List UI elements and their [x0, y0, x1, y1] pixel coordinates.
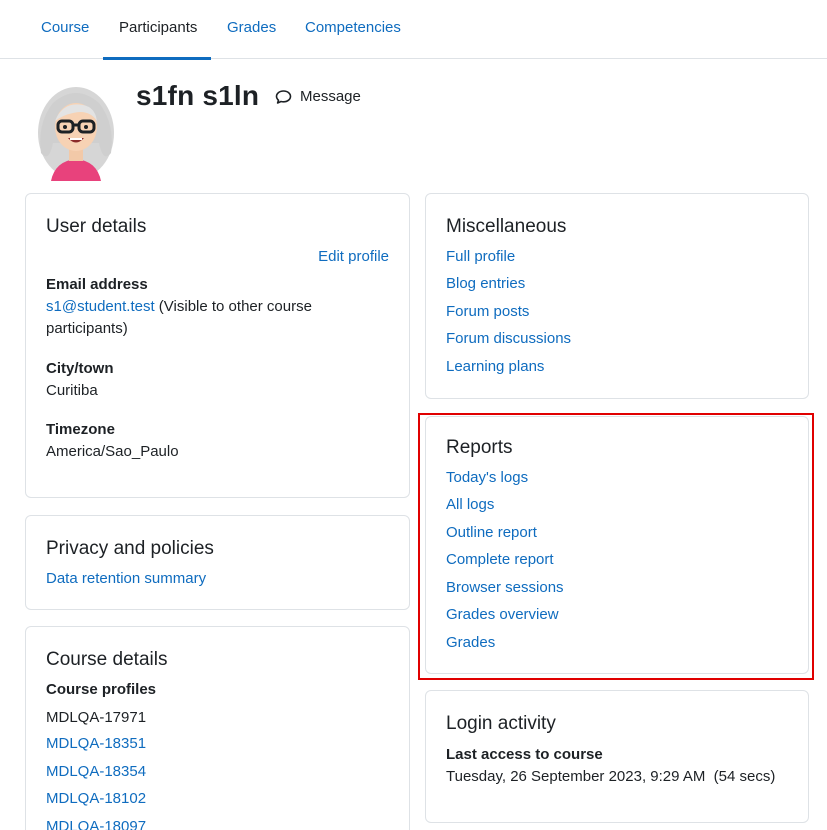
user-full-name: s1fn s1ln	[136, 80, 260, 111]
course-link[interactable]: MDLQA-18351	[46, 735, 146, 752]
course-link[interactable]: MDLQA-18097	[46, 818, 146, 830]
user-details-title: User details	[46, 216, 147, 237]
full-profile-link[interactable]: Full profile	[446, 248, 515, 265]
edit-profile-link[interactable]: Edit profile	[318, 248, 389, 265]
tab-competencies[interactable]: Competencies	[289, 0, 417, 59]
course-item-current: MDLQA-17971	[46, 709, 147, 726]
avatar	[33, 83, 119, 181]
tab-course[interactable]: Course	[25, 0, 105, 59]
course-link[interactable]: MDLQA-18102	[46, 790, 146, 807]
user-details-card: User details Edit profile Email address …	[25, 193, 410, 498]
timezone-value: America/Sao_Paulo	[46, 443, 179, 460]
privacy-title: Privacy and policies	[46, 538, 214, 559]
course-link[interactable]: MDLQA-18354	[46, 763, 146, 780]
email-row: s1@student.test (Visible to other course	[46, 296, 312, 318]
reports-highlight-box	[418, 413, 814, 680]
login-activity-card: Login activity Last access to course Tue…	[425, 690, 809, 823]
email-visibility-note: (Visible to other course	[158, 298, 312, 315]
message-icon	[275, 89, 292, 104]
miscellaneous-title: Miscellaneous	[446, 216, 567, 237]
blog-entries-link[interactable]: Blog entries	[446, 275, 525, 292]
city-label: City/town	[46, 360, 114, 377]
privacy-card: Privacy and policies Data retention summ…	[25, 515, 410, 610]
city-value: Curitiba	[46, 382, 98, 399]
learning-plans-link[interactable]: Learning plans	[446, 358, 544, 375]
course-details-title: Course details	[46, 649, 168, 670]
login-activity-title: Login activity	[446, 713, 556, 734]
tab-grades[interactable]: Grades	[211, 0, 292, 59]
secondary-navigation: Course Participants Grades Competencies	[0, 0, 827, 60]
email-label: Email address	[46, 276, 148, 293]
forum-posts-link[interactable]: Forum posts	[446, 303, 529, 320]
last-access-label: Last access to course	[446, 746, 603, 763]
email-link[interactable]: s1@student.test	[46, 298, 155, 315]
message-button[interactable]: Message	[275, 88, 361, 105]
forum-discussions-link[interactable]: Forum discussions	[446, 330, 571, 347]
timezone-label: Timezone	[46, 421, 115, 438]
miscellaneous-card: Miscellaneous Full profile Blog entries …	[425, 193, 809, 399]
course-details-card: Course details Course profiles MDLQA-179…	[25, 626, 410, 830]
data-retention-link[interactable]: Data retention summary	[46, 570, 206, 587]
course-profiles-label: Course profiles	[46, 681, 157, 698]
message-label: Message	[300, 88, 361, 105]
tab-participants[interactable]: Participants	[103, 0, 211, 60]
email-visibility-note-cont: participants)	[46, 320, 128, 337]
last-access-value: Tuesday, 26 September 2023, 9:29 AM (54 …	[446, 768, 776, 785]
